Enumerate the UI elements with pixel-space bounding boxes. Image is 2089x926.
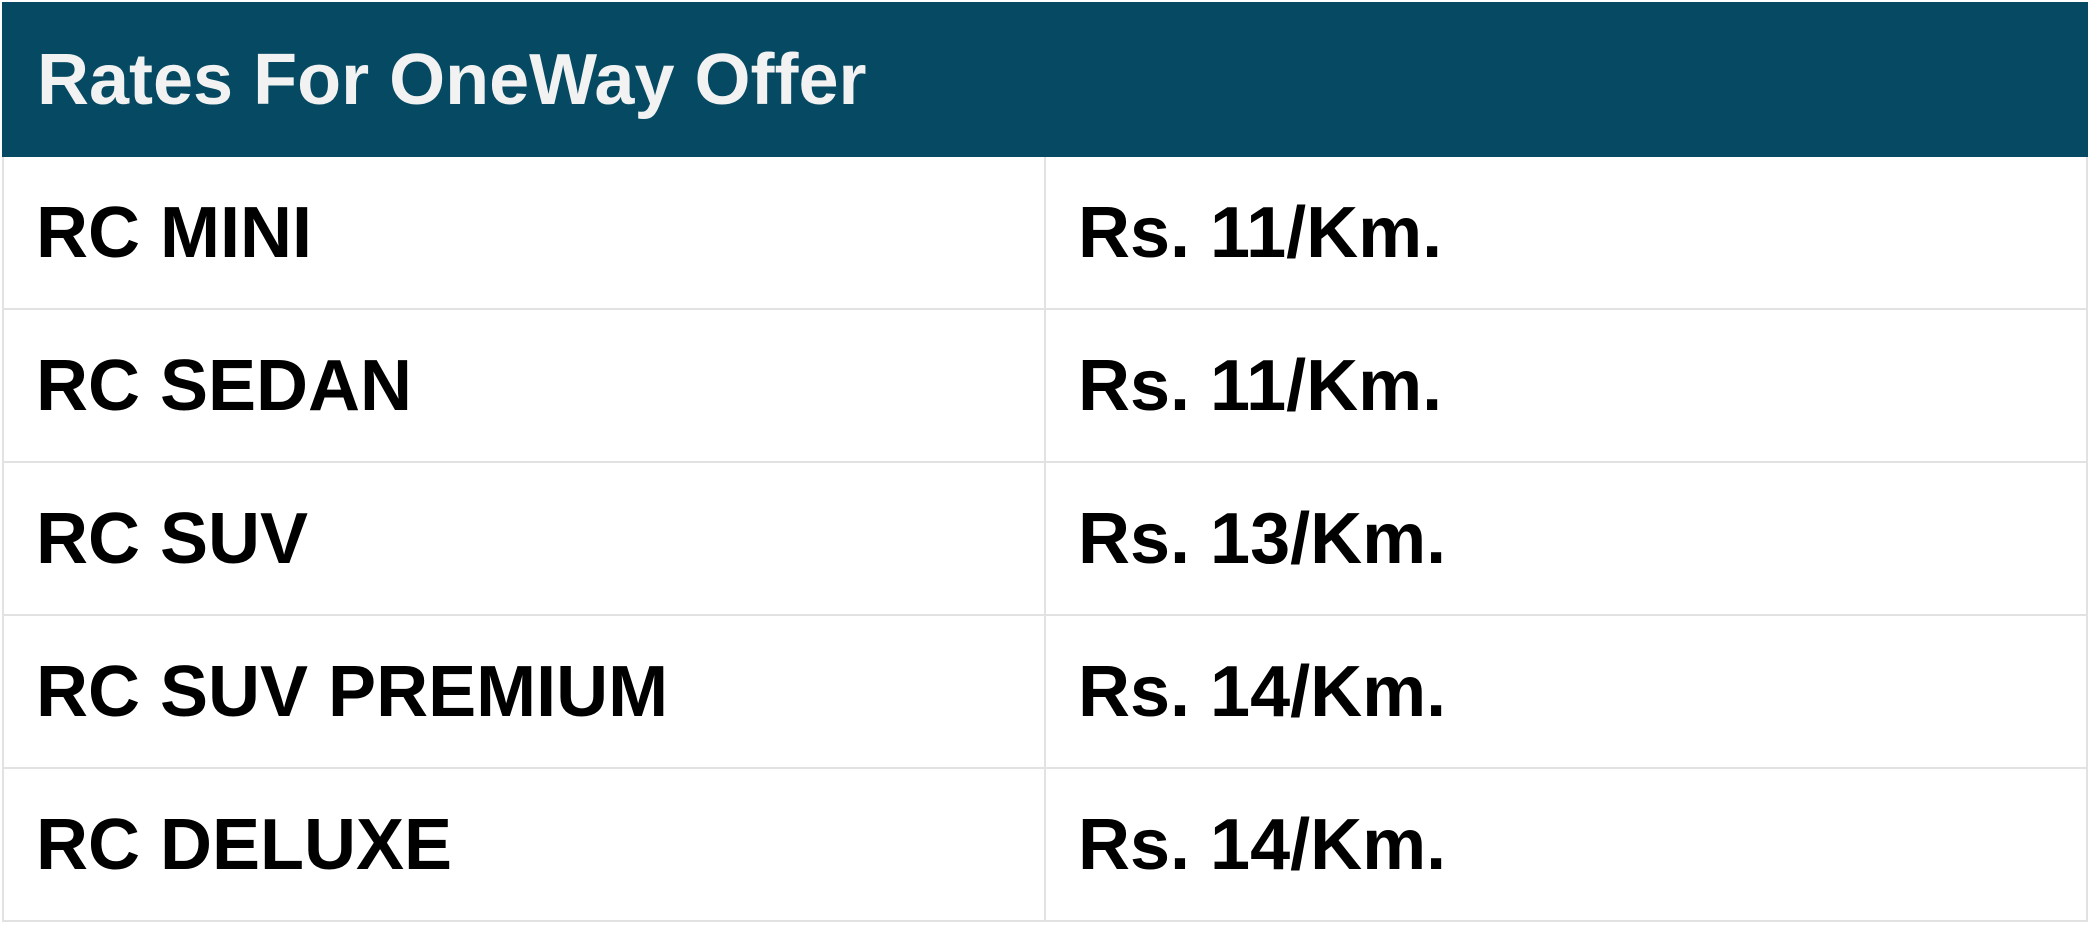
car-type-cell: RC SUV bbox=[2, 461, 1046, 616]
table-row: RC SUV PREMIUM Rs. 14/Km. bbox=[2, 614, 2089, 769]
car-type-cell: RC SUV PREMIUM bbox=[2, 614, 1046, 769]
rate-cell: Rs. 11/Km. bbox=[1043, 308, 2089, 463]
table-header-row: Rates For OneWay Offer bbox=[1, 2, 2089, 157]
rate-cell: Rs. 14/Km. bbox=[1043, 614, 2089, 769]
table-row: RC MINI Rs. 11/Km. bbox=[2, 155, 2089, 310]
car-type-cell: RC DELUXE bbox=[2, 767, 1046, 922]
table-title: Rates For OneWay Offer bbox=[1, 2, 2089, 157]
rate-cell: Rs. 11/Km. bbox=[1043, 155, 2089, 310]
rates-table: Rates For OneWay Offer RC MINI Rs. 11/Km… bbox=[1, 2, 2089, 922]
rate-cell: Rs. 13/Km. bbox=[1043, 461, 2089, 616]
car-type-cell: RC MINI bbox=[2, 155, 1046, 310]
table-row: RC SEDAN Rs. 11/Km. bbox=[2, 308, 2089, 463]
rate-cell: Rs. 14/Km. bbox=[1043, 767, 2089, 922]
car-type-cell: RC SEDAN bbox=[2, 308, 1046, 463]
table-row: RC DELUXE Rs. 14/Km. bbox=[2, 767, 2089, 922]
table-row: RC SUV Rs. 13/Km. bbox=[2, 461, 2089, 616]
